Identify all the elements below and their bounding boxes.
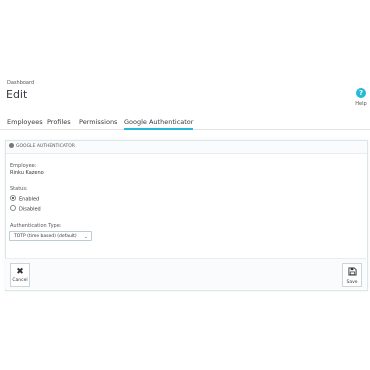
save-label: Save bbox=[346, 280, 358, 285]
breadcrumb[interactable]: Dashboard bbox=[7, 80, 34, 86]
google-icon bbox=[9, 143, 14, 148]
save-button[interactable]: Save bbox=[342, 263, 362, 287]
status-label: Status: bbox=[10, 186, 28, 192]
close-icon: ✖ bbox=[16, 267, 24, 277]
radio-unchecked-icon bbox=[10, 205, 16, 211]
status-enabled-radio[interactable]: Enabled bbox=[10, 195, 40, 203]
auth-type-value: TOTP (time based) (default) bbox=[14, 234, 77, 239]
status-enabled-label: Enabled bbox=[19, 196, 40, 203]
panel-header-title: GOOGLE AUTHENTICATOR bbox=[16, 144, 75, 149]
cancel-label: Cancel bbox=[12, 278, 28, 283]
help-icon: ? bbox=[356, 88, 366, 98]
tab-employees[interactable]: Employees bbox=[7, 117, 43, 128]
tab-bar: Employees Profiles Permissions Google Au… bbox=[0, 117, 370, 130]
help-label: Help bbox=[355, 101, 367, 107]
panel-footer: ✖ Cancel Save bbox=[5, 258, 366, 289]
auth-type-select[interactable]: TOTP (time based) (default) ⌄ bbox=[9, 231, 92, 241]
panel-header: GOOGLE AUTHENTICATOR bbox=[6, 141, 367, 154]
employee-label: Employee: bbox=[10, 163, 37, 169]
save-icon bbox=[343, 266, 361, 280]
status-disabled-label: Disabled bbox=[19, 206, 41, 213]
tab-profiles[interactable]: Profiles bbox=[47, 117, 71, 128]
employee-value: Rinku Kazeno bbox=[10, 170, 44, 176]
cancel-button[interactable]: ✖ Cancel bbox=[10, 263, 30, 287]
page-header: Dashboard Edit ? Help Employees Profiles… bbox=[0, 0, 370, 130]
tab-permissions[interactable]: Permissions bbox=[79, 117, 117, 128]
help-button[interactable]: ? Help bbox=[354, 88, 368, 107]
radio-checked-icon bbox=[10, 195, 16, 201]
auth-type-label: Authentication Type: bbox=[10, 223, 62, 229]
chevron-down-icon: ⌄ bbox=[83, 234, 88, 240]
tab-google-authenticator[interactable]: Google Authenticator bbox=[124, 117, 194, 130]
status-disabled-radio[interactable]: Disabled bbox=[10, 205, 41, 213]
page-title: Edit bbox=[6, 88, 28, 101]
